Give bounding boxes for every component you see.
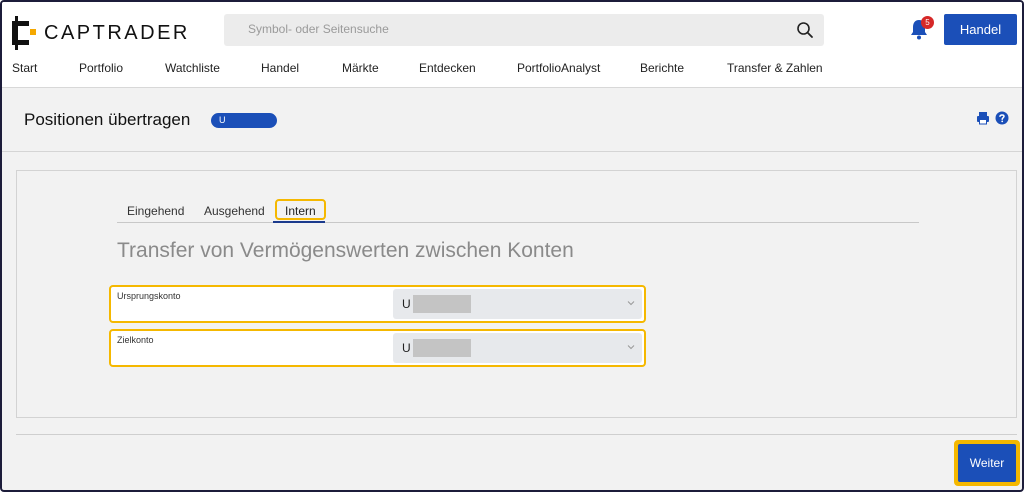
page-header: Positionen übertragen U [2, 88, 1022, 152]
nav-item-handel[interactable]: Handel [261, 61, 299, 75]
active-tab-indicator [273, 221, 325, 223]
nav-item-entdecken[interactable]: Entdecken [419, 61, 476, 75]
source-account-value: U [402, 297, 411, 311]
notification-badge: 5 [921, 16, 934, 29]
tab-incoming[interactable]: Eingehend [127, 204, 184, 218]
nav-item-portfolio[interactable]: Portfolio [79, 61, 123, 75]
source-account-label: Ursprungskonto [117, 291, 181, 301]
footer-divider [16, 434, 1017, 435]
next-button-label: Weiter [958, 444, 1016, 482]
logo-text: CAPTRADER [44, 21, 190, 44]
logo-icon [12, 16, 36, 50]
chevron-down-icon [627, 301, 635, 306]
nav-item-portfolioanalyst[interactable]: PortfolioAnalyst [517, 61, 600, 75]
transfer-tabs: Eingehend Ausgehend Intern [117, 199, 919, 223]
search-icon[interactable] [796, 21, 814, 39]
help-icon[interactable] [995, 111, 1009, 125]
nav-item-berichte[interactable]: Berichte [640, 61, 684, 75]
app-window: CAPTRADER Symbol- oder Seitensuche 5 Han… [0, 0, 1024, 492]
target-account-select[interactable]: U [393, 333, 642, 363]
next-button[interactable]: Weiter [954, 440, 1020, 486]
nav-item-maerkte[interactable]: Märkte [342, 61, 379, 75]
main-nav: Start Portfolio Watchliste Handel Märkte… [2, 61, 1022, 77]
search-placeholder: Symbol- oder Seitensuche [248, 22, 389, 36]
trade-button[interactable]: Handel [944, 14, 1017, 45]
tab-outgoing[interactable]: Ausgehend [204, 204, 265, 218]
nav-item-watchliste[interactable]: Watchliste [165, 61, 220, 75]
target-account-value: U [402, 341, 411, 355]
redacted-block [413, 339, 471, 357]
top-bar: CAPTRADER Symbol- oder Seitensuche 5 Han… [2, 2, 1022, 88]
tab-internal[interactable]: Intern [275, 199, 326, 220]
print-icon[interactable] [976, 111, 990, 125]
target-account-field: Zielkonto U [109, 329, 646, 367]
nav-item-transfer-zahlen[interactable]: Transfer & Zahlen [727, 61, 823, 75]
page-title: Positionen übertragen [24, 110, 191, 129]
form-heading: Transfer von Vermögenswerten zwischen Ko… [117, 239, 574, 262]
captrader-logo[interactable]: CAPTRADER [12, 16, 190, 50]
chevron-down-icon [627, 345, 635, 350]
target-account-label: Zielkonto [117, 335, 154, 345]
account-pill[interactable]: U [211, 113, 277, 128]
redacted-block [413, 295, 471, 313]
transfer-panel: Eingehend Ausgehend Intern Transfer von … [16, 170, 1017, 418]
source-account-field: Ursprungskonto U [109, 285, 646, 323]
nav-item-start[interactable]: Start [12, 61, 37, 75]
source-account-select[interactable]: U [393, 289, 642, 319]
search-input[interactable]: Symbol- oder Seitensuche [224, 14, 824, 46]
